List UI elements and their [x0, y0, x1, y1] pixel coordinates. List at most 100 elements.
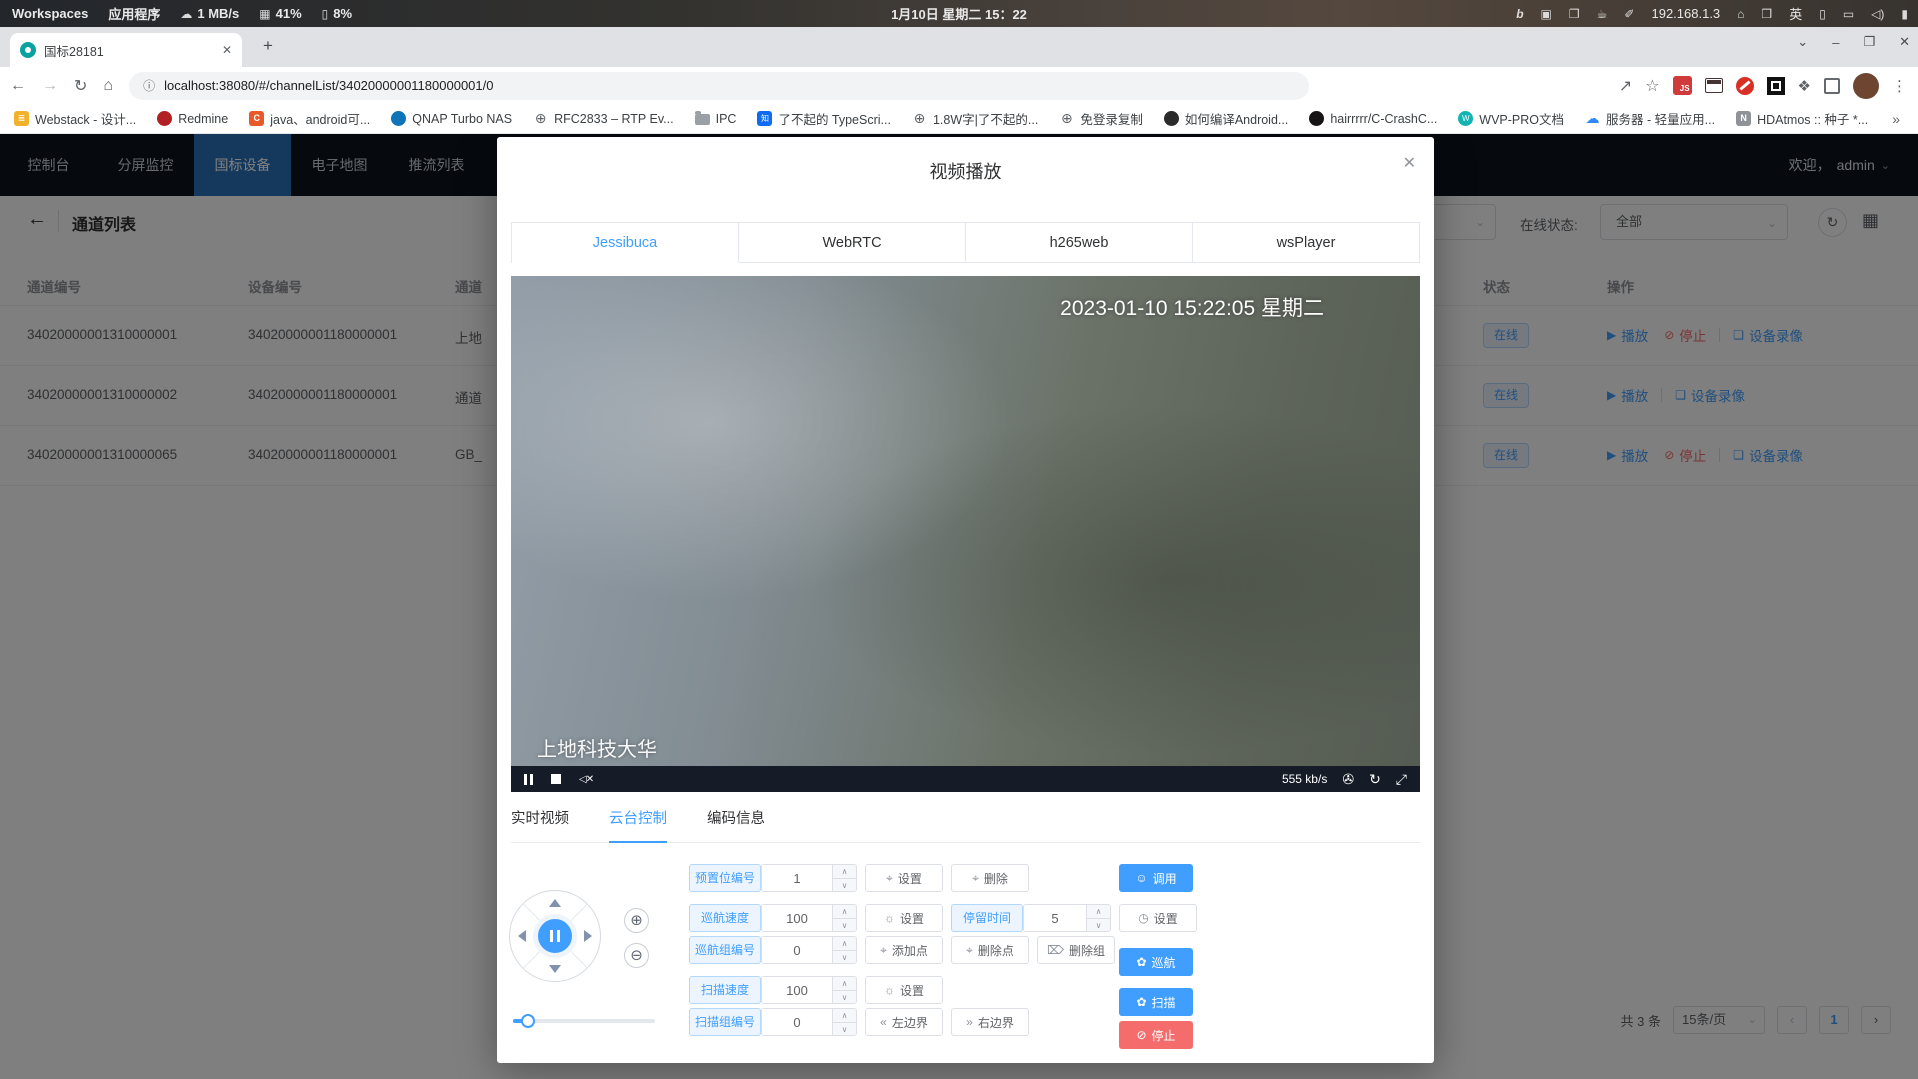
tab-wsplayer[interactable]: wsPlayer — [1193, 223, 1419, 263]
ptz-center-button[interactable] — [533, 914, 577, 958]
step-up-icon[interactable]: ∧ — [833, 937, 856, 951]
right-boundary-button[interactable]: »右边界 — [951, 1008, 1029, 1036]
bookmark-redmine[interactable]: Redmine — [157, 111, 228, 126]
step-up-icon[interactable]: ∧ — [1087, 905, 1110, 919]
close-icon[interactable]: ✕ — [1403, 153, 1416, 173]
bookmark-java[interactable]: Cjava、android可... — [249, 109, 370, 128]
tab-live-video[interactable]: 实时视频 — [511, 807, 569, 843]
bookmark-server[interactable]: ☁服务器 - 轻量应用... — [1585, 109, 1715, 128]
tab-encoding-info[interactable]: 编码信息 — [707, 807, 765, 843]
tab-h265web[interactable]: h265web — [966, 223, 1193, 263]
extension-frame-icon[interactable] — [1824, 78, 1840, 94]
refresh-icon[interactable]: ↻ — [1369, 771, 1381, 788]
ptz-stop-button[interactable]: ⊘停止 — [1119, 1021, 1193, 1049]
ptz-up-arrow[interactable] — [549, 899, 561, 907]
dwell-time-set-button[interactable]: ◷设置 — [1119, 904, 1197, 932]
bookmark-copy-free[interactable]: ⊕免登录复制 — [1059, 109, 1143, 128]
extension-dev-icon[interactable] — [1767, 77, 1785, 95]
tab-webrtc[interactable]: WebRTC — [739, 223, 966, 263]
home-tray-icon[interactable]: ⌂ — [1737, 7, 1744, 21]
step-down-icon[interactable]: ∨ — [833, 879, 856, 892]
step-down-icon[interactable]: ∨ — [833, 991, 856, 1004]
caffeine-tray-icon[interactable]: ☕ — [1597, 7, 1608, 21]
ptz-left-arrow[interactable] — [518, 930, 526, 942]
new-tab-button[interactable]: + — [256, 36, 280, 56]
bookmarks-overflow-icon[interactable]: » — [1892, 111, 1904, 127]
fullscreen-icon[interactable]: ⤢ — [1396, 771, 1407, 788]
input-method-indicator[interactable]: 英 — [1789, 4, 1802, 23]
workspaces-button[interactable]: Workspaces — [12, 6, 88, 21]
bookmark-qnap[interactable]: QNAP Turbo NAS — [391, 111, 512, 126]
applications-menu[interactable]: 应用程序 — [108, 4, 160, 23]
back-button[interactable]: ← — [10, 77, 26, 95]
bookmark-wvp-doc[interactable]: WWVP-PRO文档 — [1458, 109, 1564, 128]
zoom-in-button[interactable]: ⊕ — [624, 908, 649, 933]
delete-point-button[interactable]: ⌖删除点 — [951, 936, 1029, 964]
tab-jessibuca[interactable]: Jessibuca — [512, 223, 739, 263]
ptz-direction-pad[interactable] — [509, 890, 601, 982]
extensions-puzzle-icon[interactable]: ❖ — [1798, 77, 1811, 95]
preset-set-button[interactable]: ⌖设置 — [865, 864, 943, 892]
reload-button[interactable]: ↻ — [74, 76, 87, 96]
dwell-time-input[interactable] — [1024, 905, 1086, 931]
call-preset-button[interactable]: ☺调用 — [1119, 864, 1193, 892]
preset-delete-button[interactable]: ⌖删除 — [951, 864, 1029, 892]
tab-search-icon[interactable]: ⌄ — [1797, 34, 1808, 50]
display-tray-icon[interactable]: ▭ — [1843, 7, 1854, 21]
bookmark-github-crash[interactable]: hairrrrr/C-CrashC... — [1309, 111, 1437, 126]
site-info-icon[interactable]: ⓘ — [143, 77, 155, 94]
bing-tray-icon[interactable]: b — [1516, 7, 1523, 21]
step-down-icon[interactable]: ∨ — [833, 919, 856, 932]
bookmark-android-build[interactable]: 如何编译Android... — [1164, 109, 1289, 128]
bookmark-18w[interactable]: ⊕1.8W字|了不起的... — [912, 109, 1038, 128]
step-up-icon[interactable]: ∧ — [833, 865, 856, 879]
bookmark-typescript[interactable]: 知了不起的 TypeScri... — [757, 109, 891, 128]
add-point-button[interactable]: ⌖添加点 — [865, 936, 943, 964]
delete-group-button[interactable]: ⌦删除组 — [1037, 936, 1115, 964]
cruise-speed-set-button[interactable]: ☼设置 — [865, 904, 943, 932]
step-down-icon[interactable]: ∨ — [833, 951, 856, 964]
share-icon[interactable]: ↗ — [1619, 76, 1632, 96]
ptz-down-arrow[interactable] — [549, 965, 561, 973]
cruise-button[interactable]: ✿巡航 — [1119, 948, 1193, 976]
video-player[interactable]: 2023-01-10 15:22:05 星期二 上地科技大华 ◁✕ 555 kb… — [511, 276, 1420, 792]
extension-js-icon[interactable]: JS — [1673, 76, 1692, 95]
cruise-speed-input[interactable] — [762, 905, 832, 931]
step-down-icon[interactable]: ∨ — [1087, 919, 1110, 932]
browser-tab[interactable]: 国标28181 ✕ — [10, 33, 242, 67]
scan-speed-input[interactable] — [762, 977, 832, 1003]
tablet-tray-icon[interactable]: ▯ — [1819, 7, 1826, 21]
clock[interactable]: 1月10日 星期二 15：22 — [891, 4, 1027, 23]
forward-button[interactable]: → — [42, 77, 58, 95]
extension-adblock-icon[interactable] — [1736, 77, 1754, 95]
tab-ptz-control[interactable]: 云台控制 — [609, 807, 667, 843]
workspaces-tray-icon[interactable]: ❒ — [1761, 7, 1772, 21]
bookmark-webstack[interactable]: ≣Webstack - 设计... — [14, 109, 136, 128]
scan-button[interactable]: ✿扫描 — [1119, 988, 1193, 1016]
left-boundary-button[interactable]: «左边界 — [865, 1008, 943, 1036]
zoom-out-button[interactable]: ⊖ — [624, 943, 649, 968]
tab-close-icon[interactable]: ✕ — [222, 43, 232, 57]
ptz-speed-slider[interactable] — [513, 1014, 655, 1028]
bookmark-hdatmos[interactable]: NHDAtmos :: 种子 *... — [1736, 109, 1868, 128]
preset-number-input[interactable] — [762, 865, 832, 891]
ptz-right-arrow[interactable] — [584, 930, 592, 942]
scan-group-input[interactable] — [762, 1009, 832, 1035]
cruise-group-input[interactable] — [762, 937, 832, 963]
profile-avatar[interactable] — [1853, 73, 1879, 99]
slider-handle[interactable] — [521, 1014, 535, 1028]
mute-icon[interactable]: ◁✕ — [579, 774, 593, 785]
step-down-icon[interactable]: ∨ — [833, 1023, 856, 1036]
address-bar[interactable]: ⓘ localhost:38080/#/channelList/34020000… — [129, 72, 1309, 100]
step-up-icon[interactable]: ∧ — [833, 905, 856, 919]
home-button[interactable]: ⌂ — [103, 77, 113, 95]
screenshot-tray-icon[interactable]: ▣ — [1541, 7, 1552, 21]
bookmark-rfc2833[interactable]: ⊕RFC2833 – RTP Ev... — [533, 111, 674, 126]
extension-wallet-icon[interactable] — [1705, 78, 1723, 93]
volume-tray-icon[interactable]: ◁) — [1871, 7, 1884, 21]
window-minimize-button[interactable]: – — [1832, 35, 1839, 50]
ip-address[interactable]: 192.168.1.3 — [1651, 6, 1720, 21]
url-text[interactable]: localhost:38080/#/channelList/3402000000… — [164, 78, 493, 93]
settings-gear-icon[interactable]: ✇ — [1342, 771, 1354, 788]
tool-tray-icon[interactable]: ✐ — [1624, 7, 1634, 21]
